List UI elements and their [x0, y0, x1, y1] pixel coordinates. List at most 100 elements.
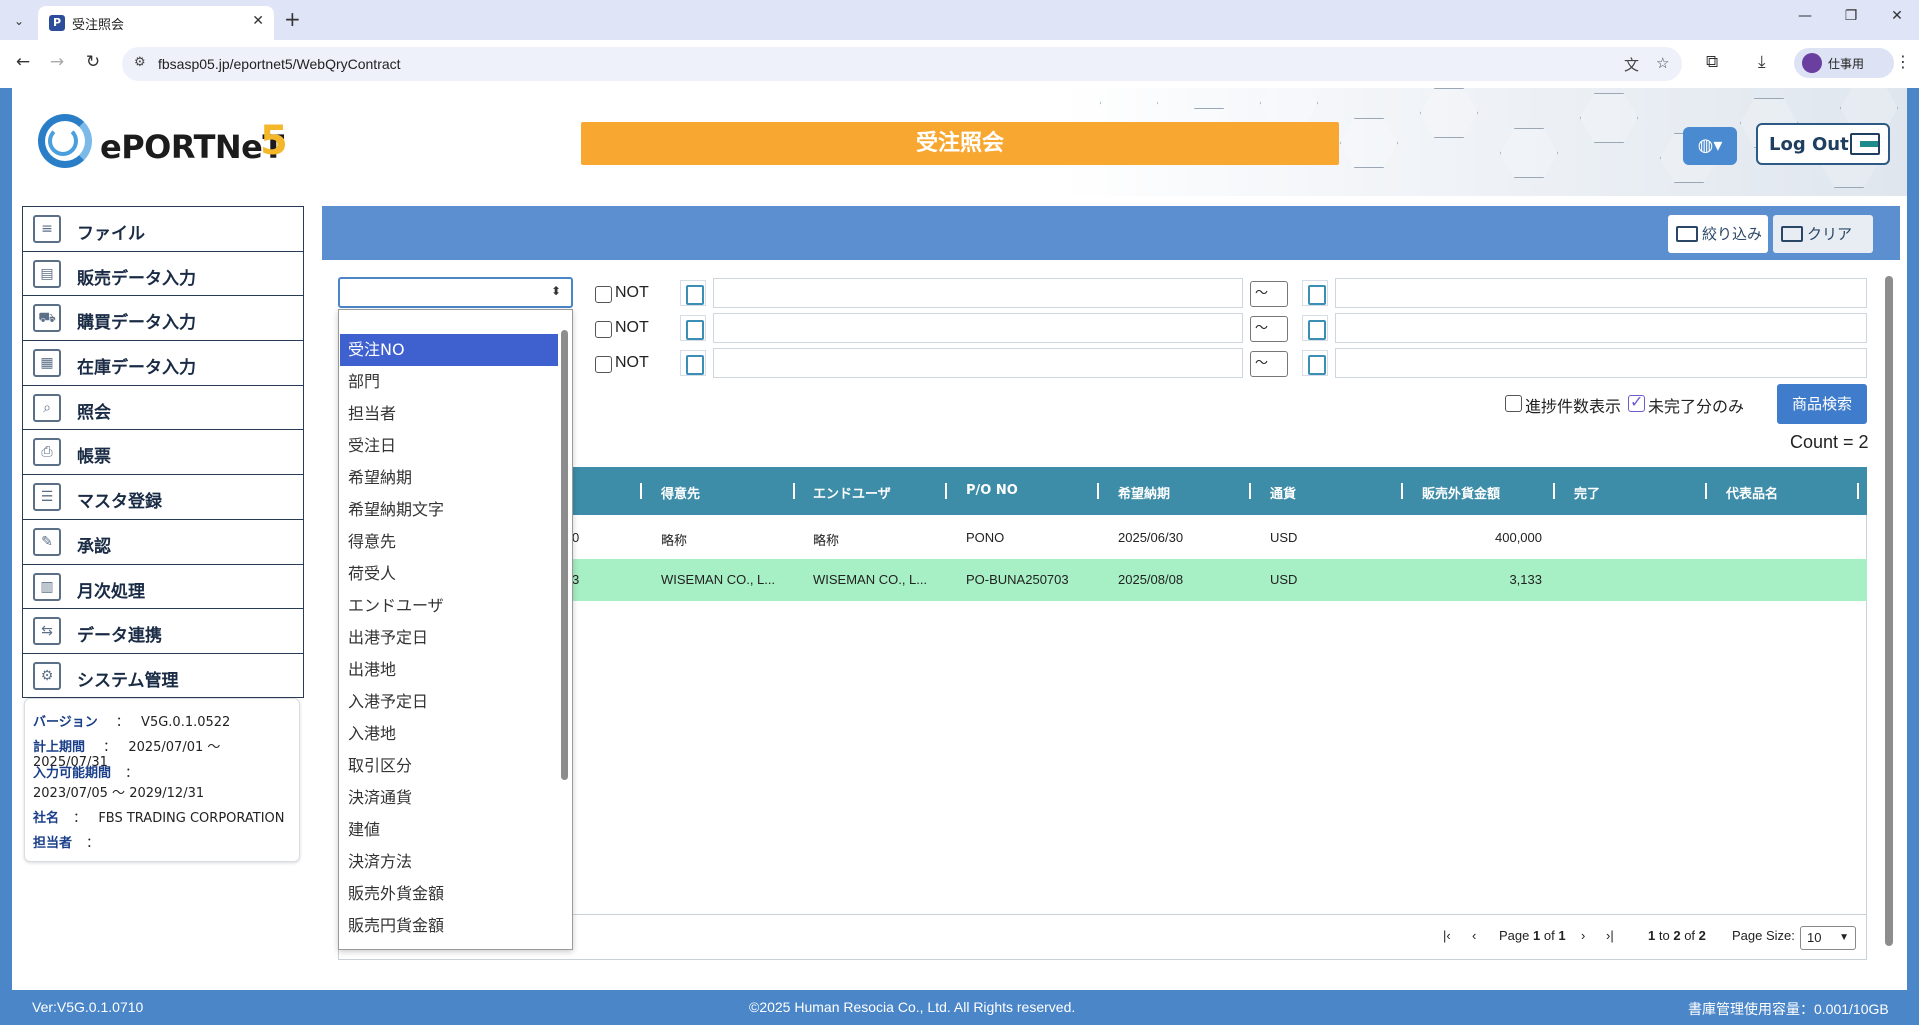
sidebar-item-sales-input[interactable]: ▤ 販売データ入力 [22, 250, 304, 296]
dropdown-option[interactable]: 希望納期文字 [340, 494, 558, 526]
sidebar-item-inquiry[interactable]: ⌕ 照会 [22, 384, 304, 430]
dropdown-scrollbar[interactable] [558, 310, 570, 949]
range-select-3[interactable]: 〜 [1250, 351, 1288, 377]
dropdown-option[interactable]: 入港地 [340, 718, 558, 750]
next-page-icon[interactable]: › [1581, 928, 1585, 943]
browser-menu-icon[interactable]: ⋮ [1895, 52, 1911, 71]
not-checkbox-2[interactable] [595, 321, 612, 338]
tab-close-icon[interactable]: ✕ [252, 13, 264, 29]
page-size-select[interactable]: 10 ▼ [1800, 926, 1856, 950]
profile-button[interactable]: 仕事用 [1794, 48, 1894, 78]
tab-list-chevron-icon[interactable]: ⌄ [8, 10, 30, 32]
last-page-icon[interactable]: ›| [1606, 928, 1614, 943]
dropdown-option[interactable]: 決済通貨 [340, 782, 558, 814]
condition-to-input-1[interactable] [1335, 278, 1867, 308]
dropdown-option[interactable]: 受注日 [340, 430, 558, 462]
session-info-panel: バージョン ： V5G.0.1.0522 計上期間 ： 2025/07/01 〜… [24, 698, 300, 862]
lookup-icon[interactable] [1302, 350, 1328, 376]
range-select-2[interactable]: 〜 [1250, 316, 1288, 342]
sidebar-item-master[interactable]: ☰ マスタ登録 [22, 474, 304, 519]
system-icon: ⚙ [33, 661, 61, 690]
dropdown-option[interactable]: 販売外貨金額 [340, 878, 558, 910]
not-checkbox-1[interactable] [595, 286, 612, 303]
lookup-icon[interactable] [680, 280, 706, 306]
dropdown-option[interactable]: 担当者 [340, 398, 558, 430]
input-period-value: 2023/07/05 〜 2029/12/31 [33, 786, 205, 801]
col-header-done[interactable]: 完了 [1574, 483, 1600, 502]
site-info-icon[interactable]: ⚙ [134, 55, 146, 70]
col-header-currency[interactable]: 通貨 [1270, 483, 1296, 502]
col-header-po-no[interactable]: P/O NO [966, 483, 1018, 498]
dropdown-option[interactable]: 受注NO [340, 334, 558, 366]
download-icon[interactable]: ⤓ [1758, 52, 1766, 72]
browser-tab[interactable]: P 受注照会 ✕ [38, 6, 274, 40]
lookup-icon[interactable] [680, 350, 706, 376]
dropdown-option[interactable]: 出港地 [340, 654, 558, 686]
condition-field-select[interactable]: ⬍ [338, 277, 573, 308]
sidebar-item-data-link[interactable]: ⇆ データ連携 [22, 608, 304, 653]
sidebar-item-file[interactable]: ≡ ファイル [22, 206, 304, 251]
dropdown-option[interactable]: 部門 [340, 366, 558, 398]
language-globe-button[interactable]: ◍▾ [1683, 127, 1737, 165]
sidebar-item-monthly[interactable]: ▥ 月次処理 [22, 563, 304, 609]
dropdown-option[interactable]: 決済方法 [340, 846, 558, 878]
translate-icon[interactable]: 文 [1624, 54, 1639, 75]
col-header-customer[interactable]: 得意先 [661, 483, 700, 502]
back-arrow-icon[interactable]: ← [10, 52, 36, 72]
col-header-amount[interactable]: 販売外貨金額 [1422, 483, 1500, 502]
dropdown-option[interactable]: 希望納期 [340, 462, 558, 494]
sidebar-item-inventory-input[interactable]: ▦ 在庫データ入力 [22, 340, 304, 385]
progress-count-checkbox[interactable] [1505, 395, 1522, 412]
condition-from-input-3[interactable] [713, 348, 1243, 378]
dropdown-option[interactable]: 取引区分 [340, 750, 558, 782]
col-header-end-user[interactable]: エンドユーザ [813, 483, 891, 502]
address-bar[interactable]: ⚙ fbsasp05.jp/eportnet5/WebQryContract 文… [122, 47, 1682, 81]
person-key: 担当者 [33, 836, 73, 851]
col-header-product[interactable]: 代表品名 [1726, 483, 1778, 502]
progress-count-label: 進捗件数表示 [1525, 397, 1622, 416]
incomplete-only-checkbox[interactable] [1628, 392, 1645, 412]
clear-button[interactable]: クリア [1773, 215, 1873, 253]
not-checkbox-3[interactable] [595, 356, 612, 373]
dropdown-option[interactable]: 入港予定日 [340, 686, 558, 718]
minimize-icon[interactable]: — [1790, 8, 1820, 24]
sidebar-menu: ≡ ファイル ▤ 販売データ入力 ⛟ 購買データ入力 ▦ 在庫データ入力 ⌕ 照会 ⎙ 帳票… [22, 206, 304, 698]
condition-from-input-2[interactable] [713, 313, 1243, 343]
url-text[interactable]: fbsasp05.jp/eportnet5/WebQryContract [158, 56, 401, 72]
lookup-icon[interactable] [1302, 315, 1328, 341]
sidebar-item-system[interactable]: ⚙ システム管理 [22, 652, 304, 698]
logout-button[interactable]: Log Out [1756, 123, 1890, 165]
sidebar-item-report[interactable]: ⎙ 帳票 [22, 429, 304, 475]
dropdown-option[interactable]: 出港予定日 [340, 622, 558, 654]
dropdown-option[interactable]: 販売円貨金額 [340, 910, 558, 942]
browser-tab-bar: ⌄ P 受注照会 ✕ + — ❐ ✕ [0, 0, 1919, 40]
extensions-icon[interactable]: ⧉ [1706, 52, 1718, 72]
condition-to-input-3[interactable] [1335, 348, 1867, 378]
col-header-due-date[interactable]: 希望納期 [1118, 483, 1170, 502]
condition-from-input-1[interactable] [713, 278, 1243, 308]
window-close-icon[interactable]: ✕ [1882, 8, 1912, 24]
dropdown-option[interactable]: エンドユーザ [340, 590, 558, 622]
page-scrollbar[interactable] [1882, 262, 1896, 984]
dropdown-option[interactable]: 荷受人 [340, 558, 558, 590]
logo-text: ePORTNeT [100, 128, 284, 166]
lookup-icon[interactable] [680, 315, 706, 341]
first-page-icon[interactable]: |‹ [1443, 928, 1451, 943]
lookup-icon[interactable] [1302, 280, 1328, 306]
bookmark-star-icon[interactable]: ☆ [1656, 54, 1669, 72]
dropdown-option[interactable]: 得意先 [340, 526, 558, 558]
product-search-button[interactable]: 商品検索 [1777, 384, 1867, 424]
purchase-input-icon: ⛟ [33, 304, 61, 333]
dropdown-option[interactable]: 建値 [340, 814, 558, 846]
reload-icon[interactable]: ↻ [80, 52, 106, 72]
new-tab-plus-icon[interactable]: + [284, 7, 301, 31]
sidebar-item-approval[interactable]: ✎ 承認 [22, 518, 304, 564]
restore-icon[interactable]: ❐ [1836, 8, 1866, 24]
filter-button[interactable]: 絞り込み [1668, 215, 1768, 253]
sidebar-item-purchase-input[interactable]: ⛟ 購買データ入力 [22, 295, 304, 341]
condition-to-input-2[interactable] [1335, 313, 1867, 343]
range-select-1[interactable]: 〜 [1250, 281, 1288, 307]
forward-arrow-icon[interactable]: → [44, 52, 70, 72]
prev-page-icon[interactable]: ‹ [1472, 928, 1476, 943]
inventory-input-icon: ▦ [33, 349, 61, 378]
